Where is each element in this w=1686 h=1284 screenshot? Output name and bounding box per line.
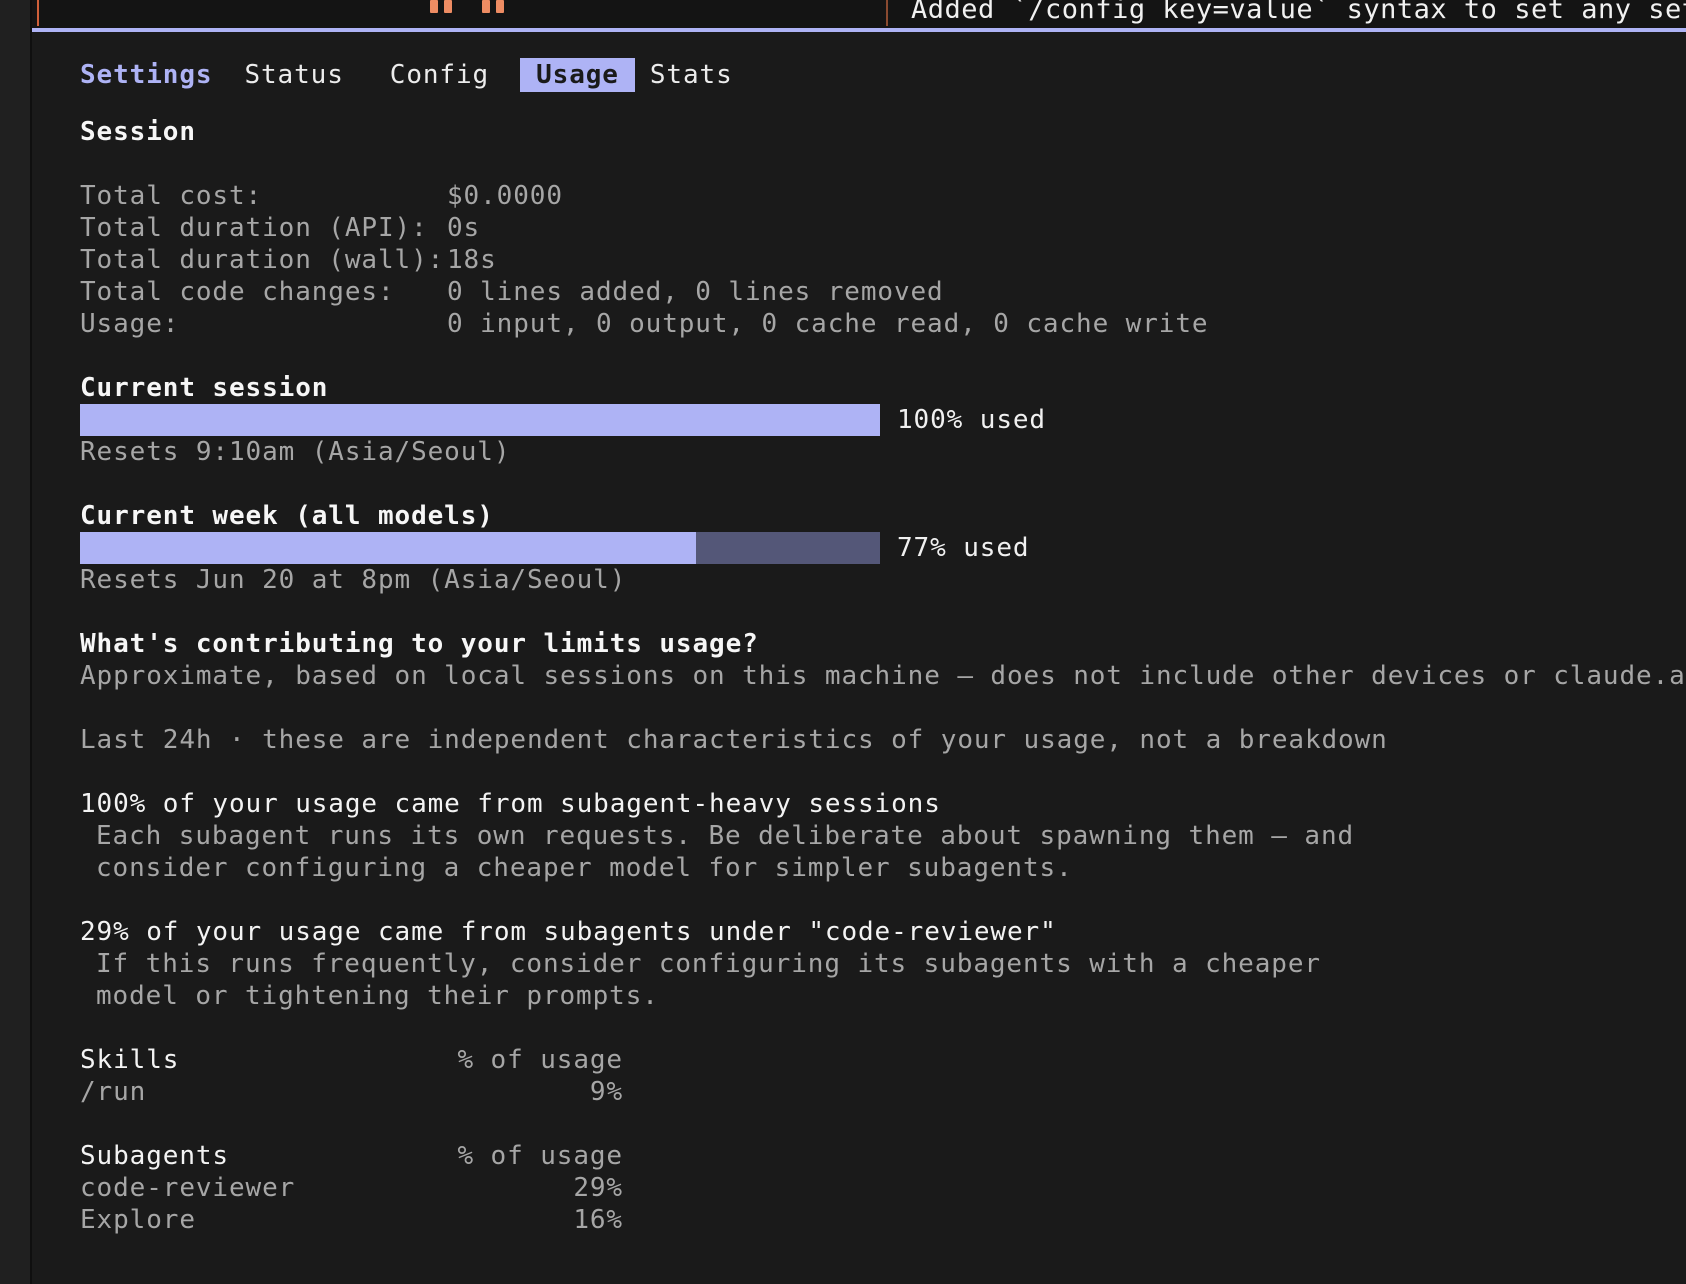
contributing-note: Approximate, based on local sessions on … bbox=[80, 661, 1686, 691]
insight-line: consider configuring a cheaper model for… bbox=[96, 853, 1073, 883]
tab-status[interactable]: Status bbox=[228, 58, 359, 92]
insight-line: model or tightening their prompts. bbox=[96, 981, 659, 1011]
session-row-usage: Usage: 0 input, 0 output, 0 cache read, … bbox=[80, 308, 1680, 340]
subagents-col-header: % of usage bbox=[457, 1141, 623, 1171]
logo-mark bbox=[430, 0, 452, 14]
usage-bar-fill bbox=[80, 532, 696, 564]
settings-tabs: Settings Status Config Usage Stats bbox=[80, 58, 1680, 92]
current-week-meter: 77% used bbox=[80, 532, 1680, 564]
subagent-pct: 16% bbox=[573, 1205, 623, 1235]
terminal-screen: Added `/config key=value` syntax to set … bbox=[0, 0, 1686, 1284]
session-value: 18s bbox=[447, 245, 497, 275]
changelog-text: Added `/config key=value` syntax to set … bbox=[911, 0, 1686, 25]
usage-bar-track bbox=[80, 404, 880, 436]
usage-bar-label: 77% used bbox=[897, 533, 1030, 563]
usage-bar-fill bbox=[80, 404, 880, 436]
session-label: Total cost: bbox=[80, 181, 263, 211]
skills-table-header: Skills % of usage bbox=[80, 1044, 1680, 1076]
session-label: Total duration (wall): bbox=[80, 245, 445, 275]
skill-pct: 9% bbox=[589, 1077, 623, 1107]
subagents-table-header: Subagents % of usage bbox=[80, 1140, 1680, 1172]
logo-marks bbox=[430, 0, 504, 14]
table-row: code-reviewer 29% bbox=[80, 1172, 1680, 1204]
strip-divider-left bbox=[37, 0, 39, 26]
table-row: Explore 16% bbox=[80, 1204, 1680, 1236]
session-value: 0 lines added, 0 lines removed bbox=[447, 277, 944, 307]
top-strip: Added `/config key=value` syntax to set … bbox=[32, 0, 1686, 32]
logo-mark bbox=[482, 0, 504, 14]
left-gutter bbox=[0, 0, 32, 1284]
session-label: Usage: bbox=[80, 309, 180, 339]
current-week-resets: Resets Jun 20 at 8pm (Asia/Seoul) bbox=[80, 565, 627, 595]
usage-panel: Settings Status Config Usage Stats Sessi… bbox=[80, 58, 1686, 1236]
tab-config[interactable]: Config bbox=[374, 58, 505, 92]
session-row-api-duration: Total duration (API): 0s bbox=[80, 212, 1680, 244]
tab-stats[interactable]: Stats bbox=[650, 58, 749, 92]
current-session-heading: Current session bbox=[80, 373, 329, 403]
contributing-window-note: Last 24h · these are independent charact… bbox=[80, 725, 1388, 755]
strip-divider-mid bbox=[886, 0, 888, 26]
usage-bar-label: 100% used bbox=[897, 405, 1046, 435]
session-value: 0 input, 0 output, 0 cache read, 0 cache… bbox=[447, 309, 1209, 339]
session-label: Total duration (API): bbox=[80, 213, 428, 243]
current-week-heading: Current week (all models) bbox=[80, 501, 494, 531]
skills-col-header: % of usage bbox=[457, 1045, 623, 1075]
session-row-code-changes: Total code changes: 0 lines added, 0 lin… bbox=[80, 276, 1680, 308]
session-heading: Session bbox=[80, 117, 196, 147]
session-label: Total code changes: bbox=[80, 277, 395, 307]
table-row: /run 9% bbox=[80, 1076, 1680, 1108]
subagent-pct: 29% bbox=[573, 1173, 623, 1203]
session-value: 0s bbox=[447, 213, 481, 243]
session-value: $0.0000 bbox=[447, 181, 563, 211]
contributing-heading: What's contributing to your limits usage… bbox=[80, 629, 759, 659]
usage-bar-track bbox=[80, 532, 880, 564]
session-row-cost: Total cost: $0.0000 bbox=[80, 180, 1680, 212]
session-row-wall-duration: Total duration (wall): 18s bbox=[80, 244, 1680, 276]
insight-title: 29% of your usage came from subagents un… bbox=[80, 917, 1057, 947]
insight-title: 100% of your usage came from subagent-he… bbox=[80, 789, 941, 819]
tab-usage[interactable]: Usage bbox=[520, 58, 635, 92]
insight-line: If this runs frequently, consider config… bbox=[96, 949, 1321, 979]
current-session-resets: Resets 9:10am (Asia/Seoul) bbox=[80, 437, 511, 467]
settings-title: Settings bbox=[80, 60, 213, 90]
current-session-meter: 100% used bbox=[80, 404, 1680, 436]
insight-line: Each subagent runs its own requests. Be … bbox=[96, 821, 1355, 851]
